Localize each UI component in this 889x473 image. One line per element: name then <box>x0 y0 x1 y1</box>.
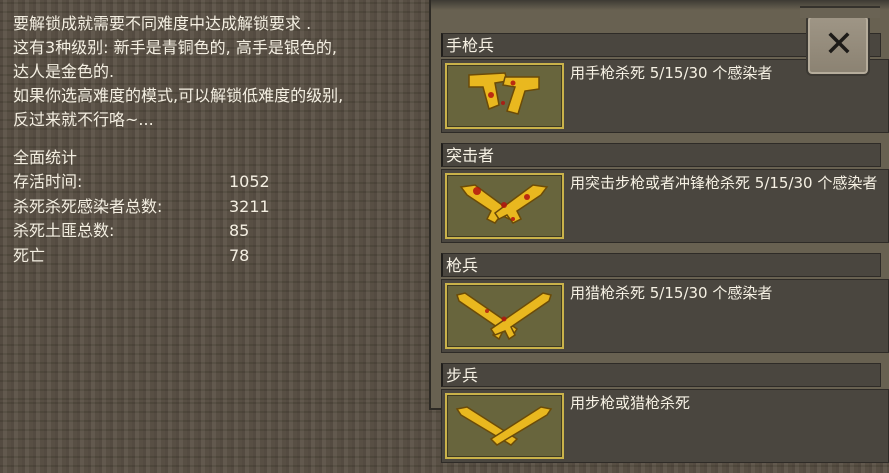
assault-rifles-icon <box>445 173 564 239</box>
close-icon: ✕ <box>823 24 855 65</box>
achievement-item[interactable]: 步兵 用步枪或猎枪杀死 <box>441 363 889 473</box>
stat-label: 杀死杀死感染者总数: <box>13 196 163 216</box>
statistics-title: 全面统计 <box>13 148 78 167</box>
stat-row: 杀死土匪总数: 85 <box>13 219 249 244</box>
stat-row: 死亡 78 <box>13 244 249 269</box>
statistics: 全面统计 存活时间: 1052 杀死杀死感染者总数: 3211 杀死土匪总数: … <box>13 146 270 269</box>
rifles-icon <box>445 393 564 459</box>
achievement-description: 用步枪或猎枪杀死 <box>570 394 691 412</box>
close-button[interactable]: ✕ <box>800 6 880 76</box>
achievement-title: 步兵 <box>441 363 881 387</box>
intro-text: 要解锁成就需要不同难度中达成解锁要求 . 这有3种级别: 新手是青铜色的, 高手… <box>13 12 343 132</box>
intro-line: 如果你选高难度的模式,可以解锁低难度的级别, <box>13 86 344 105</box>
intro-line: 要解锁成就需要不同难度中达成解锁要求 . <box>13 14 312 33</box>
achievement-title: 突击者 <box>441 143 881 167</box>
achievement-item[interactable]: 枪兵 用猎枪杀死 5/15/30 个感染者 <box>441 253 889 363</box>
stat-row: 杀死杀死感染者总数: 3211 <box>13 195 270 220</box>
stat-value: 3211 <box>229 196 270 216</box>
pistols-icon <box>445 63 564 129</box>
stat-label: 杀死土匪总数: <box>13 221 115 240</box>
achievement-item[interactable]: 突击者 用突击步枪或者冲锋枪杀死 5/15/30 个感染者 <box>441 143 889 253</box>
stat-label: 存活时间: <box>13 172 83 191</box>
intro-line: 这有3种级别: 新手是青铜色的, 高手是银色的, <box>13 38 337 57</box>
shotguns-icon <box>445 283 564 349</box>
stat-label: 死亡 <box>13 245 46 265</box>
achievement-body: 用突击步枪或者冲锋枪杀死 5/15/30 个感染者 <box>441 169 889 243</box>
achievement-body: 用步枪或猎枪杀死 <box>441 389 889 463</box>
stat-value: 78 <box>229 245 250 265</box>
achievement-body: 用猎枪杀死 5/15/30 个感染者 <box>441 279 889 353</box>
intro-line: 反过来就不行咯~... <box>13 110 154 129</box>
achievement-list[interactable]: 手枪兵 用手枪杀死 5/15/30 个感染者 突击者 用突击步枪或者冲锋枪杀死 … <box>441 33 889 473</box>
achievement-description: 用猎枪杀死 5/15/30 个感染者 <box>570 284 773 302</box>
stat-value: 85 <box>229 221 250 240</box>
achievement-title: 枪兵 <box>441 253 881 277</box>
intro-line: 达人是金色的. <box>13 62 115 81</box>
left-panel: 要解锁成就需要不同难度中达成解锁要求 . 这有3种级别: 新手是青铜色的, 高手… <box>0 0 430 400</box>
achievement-description: 用突击步枪或者冲锋枪杀死 5/15/30 个感染者 <box>570 174 878 192</box>
stat-value: 1052 <box>229 172 270 191</box>
stat-row: 存活时间: 1052 <box>13 170 270 195</box>
